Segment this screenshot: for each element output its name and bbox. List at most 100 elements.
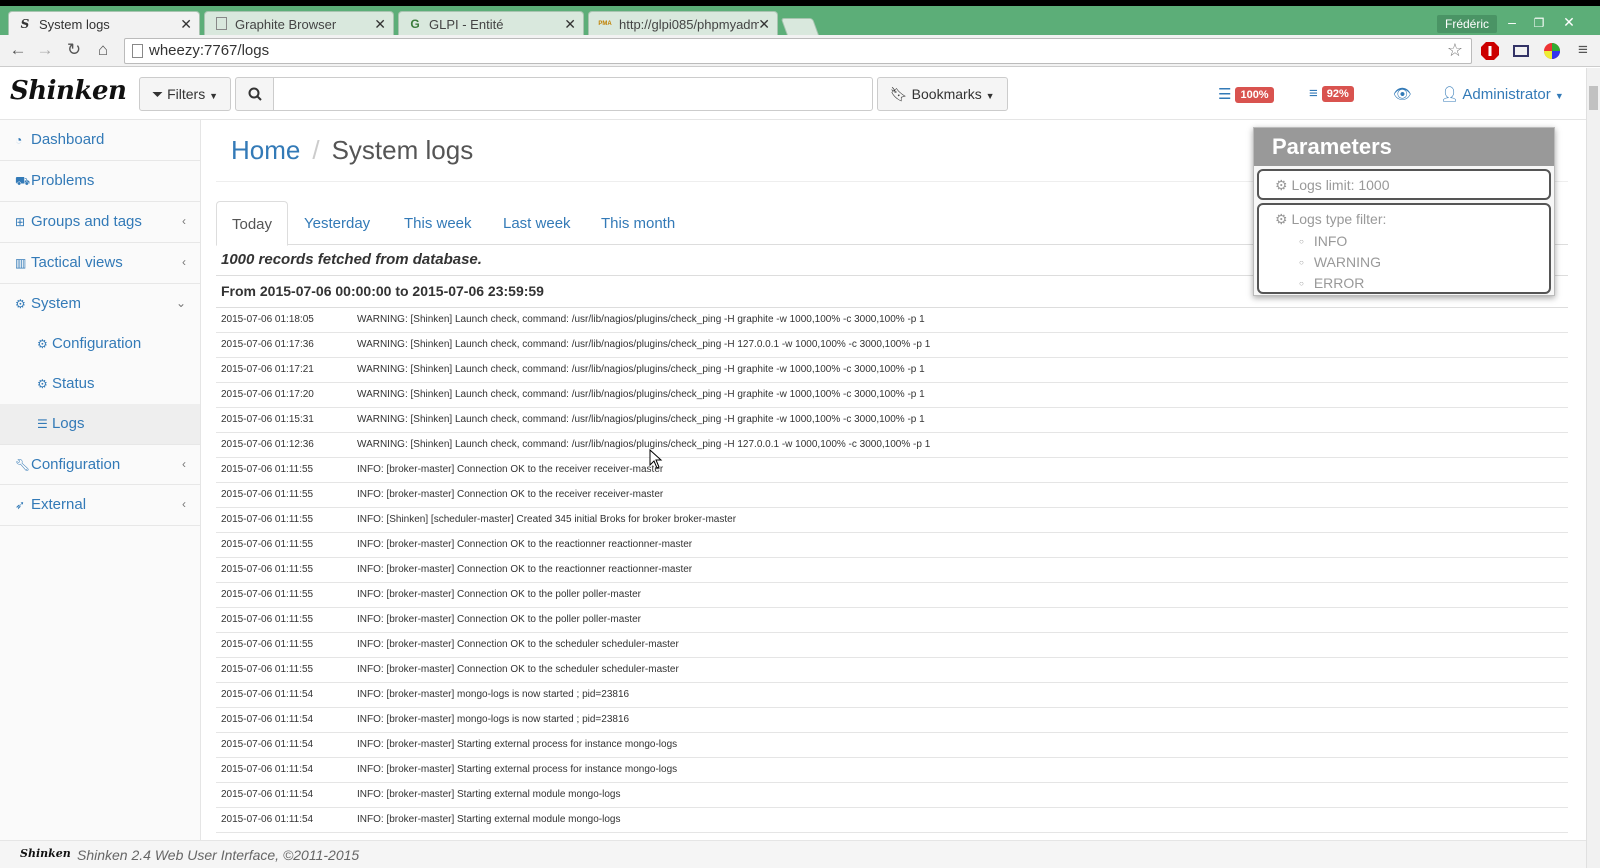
page-icon — [216, 17, 227, 30]
date-range: From 2015-07-06 00:00:00 to 2015-07-06 2… — [221, 283, 544, 299]
vertical-scrollbar[interactable] — [1586, 68, 1600, 868]
hosts-badge: 100% — [1235, 87, 1274, 103]
breadcrumb-home[interactable]: Home — [231, 135, 300, 165]
new-tab-button[interactable] — [780, 18, 820, 36]
search-input[interactable] — [273, 77, 873, 111]
forward-icon[interactable]: → — [35, 40, 55, 60]
log-message: INFO: [broker-master] mongo-logs is now … — [357, 714, 630, 725]
log-type-info: INFO — [1299, 231, 1549, 252]
sidebar-item-dashboard[interactable]: ◔ Dashboard — [0, 120, 200, 161]
sidebar-item-system[interactable]: ⚙ System ⌄ — [0, 284, 200, 325]
log-timestamp: 2015-07-06 01:11:54 — [221, 689, 314, 700]
gear-icon: ⚙ — [1275, 211, 1288, 227]
hosts-indicator[interactable]: ☰ 100% — [1218, 85, 1274, 103]
tab-yesterday[interactable]: Yesterday — [289, 201, 385, 245]
bookmark-star-icon[interactable]: ☆ — [1447, 40, 1463, 61]
log-message: INFO: [broker-master] Connection OK to t… — [357, 664, 679, 675]
sidebar-subitem-logs[interactable]: ☰ Logs — [0, 404, 200, 444]
sidebar-item-tactical-views[interactable]: ▥ Tactical views ‹ — [0, 243, 200, 284]
breadcrumb: Home / System logs — [231, 135, 473, 166]
tab-last-week[interactable]: Last week — [488, 201, 586, 245]
sidebar-item-external[interactable]: ➶ External ‹ — [0, 485, 200, 526]
sidebar-item-configuration[interactable]: 🔧︎Configuration ‹ — [0, 444, 200, 485]
log-row: 2015-07-06 01:11:55 INFO: [broker-master]… — [216, 633, 1568, 658]
log-message: WARNING: [Shinken] Launch check, command… — [357, 414, 925, 425]
tab-this-month[interactable]: This month — [586, 201, 690, 245]
filters-label: Filters — [167, 86, 206, 102]
color-picker-icon[interactable] — [1542, 41, 1562, 61]
sidebar-subitem-configuration[interactable]: ⚙ Configuration — [0, 324, 200, 364]
list-icon: ☰ — [37, 417, 48, 431]
parameters-panel: Parameters ⚙ Logs limit: 1000 ⚙ Logs typ… — [1253, 127, 1555, 296]
log-message: INFO: [broker-master] Connection OK to t… — [357, 614, 641, 625]
minimize-icon[interactable]: – — [1501, 14, 1523, 30]
sidebar-item-problems[interactable]: ⛟Problems — [0, 161, 200, 202]
sidebar-subitem-status[interactable]: ⚙ Status — [0, 364, 200, 404]
address-url: wheezy:7767/logs — [149, 42, 270, 59]
log-message: INFO: [broker-master] Connection OK to t… — [357, 539, 693, 550]
bar-chart-icon: ▥ — [15, 256, 27, 270]
sidebar-item-label: Dashboard — [31, 131, 105, 148]
log-timestamp: 2015-07-06 01:11:55 — [221, 589, 314, 600]
address-bar[interactable]: wheezy:7767/logs ☆ — [124, 38, 1472, 64]
log-message: INFO: [broker-master] Connection OK to t… — [357, 639, 679, 650]
log-type-error: ERROR — [1299, 273, 1549, 294]
log-message: INFO: [broker-master] Starting external … — [357, 739, 678, 750]
log-row: 2015-07-06 01:17:36 WARNING: [Shinken] La… — [216, 333, 1568, 358]
footer: Shinken Shinken 2.4 Web User Interface, … — [0, 840, 1586, 868]
browser-tab-graphite[interactable]: Graphite Browser ✕ — [204, 11, 394, 36]
sitemap-icon: ⊞ — [15, 215, 26, 229]
close-tab-icon[interactable]: ✕ — [180, 16, 192, 33]
tab-this-week[interactable]: This week — [389, 201, 487, 245]
user-icon: 👤︎ — [1440, 86, 1460, 103]
browser-menu-icon[interactable]: ≡ — [1573, 40, 1593, 60]
logs-type-filter-box[interactable]: ⚙ Logs type filter: INFO WARNING ERROR — [1257, 203, 1551, 294]
caret-down-icon: ▼ — [985, 91, 995, 101]
scrollbar-thumb[interactable] — [1589, 86, 1598, 110]
browser-tab-glpi[interactable]: G GLPI - Entité ✕ — [398, 11, 584, 36]
browser-tab-title: GLPI - Entité — [429, 17, 504, 32]
shinken-logo[interactable]: Shinken — [10, 76, 127, 106]
screen-capture-icon[interactable] — [1511, 41, 1531, 61]
log-row: 2015-07-06 01:11:54 INFO: [broker-master]… — [216, 783, 1568, 808]
browser-tab-system-logs[interactable]: S System logs ✕ — [8, 11, 200, 36]
log-timestamp: 2015-07-06 01:15:31 — [221, 414, 314, 425]
reload-icon[interactable]: ↻ — [64, 40, 84, 60]
log-message: WARNING: [Shinken] Launch check, command… — [357, 439, 931, 450]
sidebar-item-label: Problems — [31, 172, 95, 189]
close-tab-icon[interactable]: ✕ — [758, 16, 770, 33]
log-message: INFO: [broker-master] Starting external … — [357, 814, 621, 825]
log-row: 2015-07-06 01:11:54 INFO: [broker-master]… — [216, 758, 1568, 783]
close-tab-icon[interactable]: ✕ — [564, 16, 576, 33]
log-message: INFO: [Shinken] [scheduler-master] Creat… — [357, 514, 737, 525]
services-indicator[interactable]: ≡ 92% — [1309, 85, 1354, 102]
chevron-down-icon: ⌄ — [175, 296, 186, 310]
home-icon[interactable]: ⌂ — [93, 40, 113, 60]
logs-limit-box[interactable]: ⚙ Logs limit: 1000 — [1257, 169, 1551, 200]
filters-button[interactable]: ⏷ Filters ▼ — [139, 77, 232, 111]
back-icon[interactable]: ← — [8, 40, 28, 60]
log-row: 2015-07-06 01:11:55 INFO: [broker-master]… — [216, 458, 1568, 483]
close-tab-icon[interactable]: ✕ — [374, 16, 386, 33]
close-window-icon[interactable]: ✕ — [1558, 14, 1580, 31]
tab-today[interactable]: Today — [216, 201, 289, 246]
adblock-icon[interactable] — [1480, 41, 1500, 61]
log-timestamp: 2015-07-06 01:11:55 — [221, 539, 314, 550]
footer-logo: Shinken — [20, 847, 71, 860]
log-message: INFO: [broker-master] Connection OK to t… — [357, 464, 664, 475]
logs-limit-label: Logs limit: 1000 — [1291, 177, 1390, 193]
eye-icon[interactable]: 👁︎ — [1393, 85, 1412, 103]
window-user-badge[interactable]: Frédéric — [1437, 15, 1498, 33]
restore-icon[interactable]: ❐ — [1528, 16, 1550, 30]
search-button[interactable] — [235, 77, 274, 111]
log-timestamp: 2015-07-06 01:17:20 — [221, 389, 314, 400]
browser-tab-phpmyadmin[interactable]: PMA http://glpi085/phpmyadm ✕ — [588, 11, 778, 36]
log-timestamp: 2015-07-06 01:11:55 — [221, 639, 314, 650]
sidebar-item-groups-and-tags[interactable]: ⊞ Groups and tags ‹ — [0, 202, 200, 243]
log-row: 2015-07-06 01:17:21 WARNING: [Shinken] La… — [216, 358, 1568, 383]
browser-tab-title: System logs — [39, 17, 110, 32]
log-timestamp: 2015-07-06 01:12:36 — [221, 439, 314, 450]
bookmarks-button[interactable]: 🔖︎ Bookmarks ▼ — [877, 77, 1008, 111]
user-menu[interactable]: 👤︎ Administrator ▼ — [1440, 85, 1564, 103]
log-message: WARNING: [Shinken] Launch check, command… — [357, 339, 931, 350]
